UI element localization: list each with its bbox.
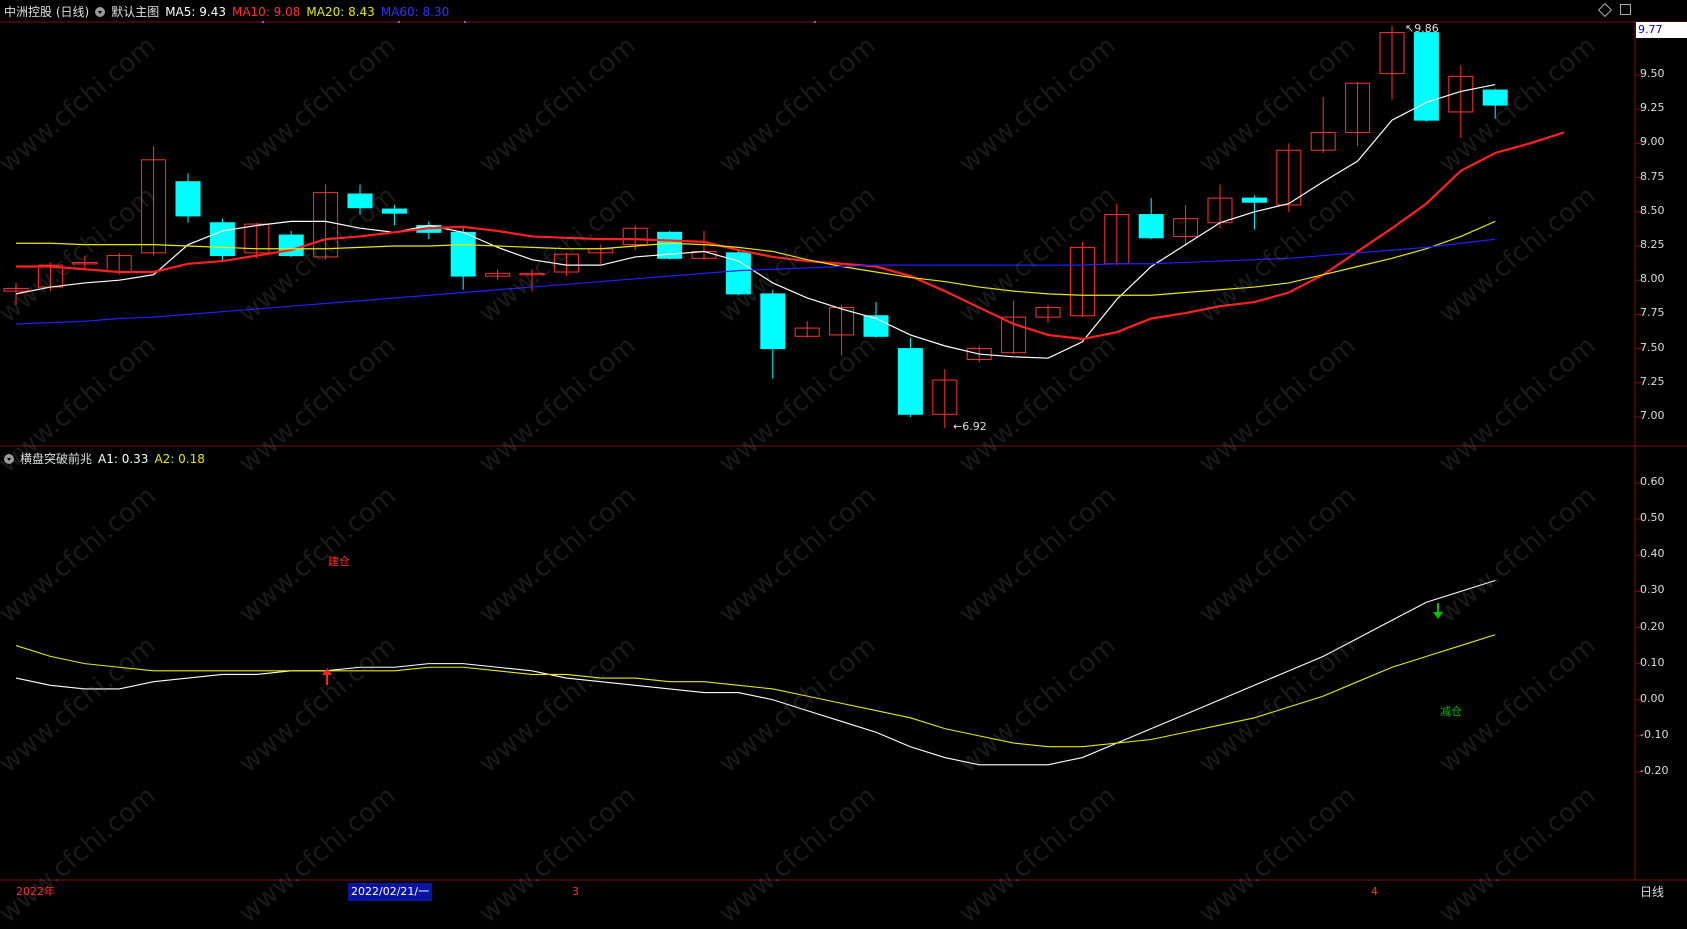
period-button[interactable]: 日线 bbox=[1640, 883, 1664, 901]
indicator-name[interactable]: 横盘突破前兆 bbox=[20, 450, 92, 467]
main-y-tick-label: 8.25 bbox=[1640, 238, 1665, 251]
candle bbox=[1241, 195, 1267, 230]
candle bbox=[450, 228, 476, 290]
candle-body bbox=[209, 222, 235, 257]
dropdown-circle-icon[interactable] bbox=[4, 453, 14, 464]
main-y-tick-label: 7.75 bbox=[1640, 306, 1665, 320]
ma5-readout: MA5: 9.43 bbox=[165, 4, 226, 19]
indicator-line-a2 bbox=[15, 634, 1496, 748]
build-label: 建仓 bbox=[328, 555, 350, 568]
signal-tick bbox=[398, 21, 400, 23]
a2-readout: A2: 0.18 bbox=[154, 451, 205, 466]
moving-average-lines bbox=[15, 83, 1565, 359]
candle-body bbox=[381, 208, 407, 214]
low-marker-value: 6.92 bbox=[962, 420, 987, 433]
candle bbox=[863, 302, 889, 338]
ma-line-ma60 bbox=[15, 238, 1496, 325]
candle-body bbox=[347, 193, 373, 209]
low-marker: ←6.92 bbox=[953, 420, 987, 433]
candle bbox=[1069, 241, 1095, 318]
indicator-line-a1 bbox=[15, 580, 1496, 766]
candle bbox=[347, 184, 373, 215]
candle-body bbox=[175, 181, 201, 217]
main-y-tick-label: 9.50 bbox=[1640, 67, 1665, 80]
candle bbox=[244, 222, 270, 259]
a1-readout: A1: 0.33 bbox=[98, 451, 149, 466]
candle-body bbox=[760, 293, 786, 350]
candle bbox=[1035, 304, 1061, 323]
candle bbox=[760, 289, 786, 379]
main-y-tick-label: 8.50 bbox=[1640, 203, 1665, 217]
main-y-tick-label: 9.00 bbox=[1640, 135, 1665, 149]
indicator-lines bbox=[15, 580, 1496, 766]
candle-body bbox=[1241, 197, 1267, 203]
candle-body bbox=[1482, 89, 1508, 106]
high-marker-value: 9.86 bbox=[1414, 22, 1439, 35]
candle bbox=[175, 173, 201, 223]
candle-body bbox=[450, 231, 476, 277]
ma-line-ma5 bbox=[15, 83, 1496, 359]
indicator-y-tick-label: 0.00 bbox=[1640, 691, 1665, 705]
indicator-y-tick-label: -0.10 bbox=[1640, 727, 1669, 741]
dropdown-circle-icon[interactable] bbox=[95, 6, 106, 17]
signal-tick bbox=[262, 21, 264, 23]
sell-arrow-icon bbox=[1433, 603, 1443, 619]
candle bbox=[1482, 88, 1508, 119]
main-y-tick-label: 7.50 bbox=[1640, 340, 1665, 354]
stock-name[interactable]: 中洲控股 (日线) bbox=[4, 3, 89, 20]
candle bbox=[1310, 96, 1336, 153]
ma60-readout: MA60: 8.30 bbox=[380, 4, 450, 19]
candle bbox=[725, 250, 751, 296]
candle bbox=[1379, 25, 1405, 100]
stock-chart-canvas[interactable] bbox=[0, 0, 1687, 904]
main-header: 中洲控股 (日线) 默认主图 MA5: 9.43 MA10: 9.08 MA20… bbox=[4, 3, 449, 20]
ma10-readout: MA10: 9.08 bbox=[231, 4, 301, 19]
candle bbox=[1104, 203, 1130, 266]
reduce-label: 减仓 bbox=[1440, 705, 1462, 718]
candle bbox=[1345, 81, 1371, 147]
main-y-tick-label: 7.25 bbox=[1640, 374, 1665, 388]
main-y-tick-label: 8.00 bbox=[1640, 272, 1665, 286]
candle-body bbox=[1138, 214, 1164, 239]
candle-body bbox=[897, 348, 923, 415]
square-icon[interactable] bbox=[1620, 4, 1631, 15]
candle bbox=[553, 252, 579, 277]
signal-tick bbox=[464, 21, 466, 23]
candle bbox=[1207, 184, 1233, 229]
indicator-y-tick-label: -0.20 bbox=[1640, 764, 1669, 777]
candle bbox=[829, 304, 855, 356]
candlestick-series bbox=[3, 25, 1508, 428]
month-4-label: 4 bbox=[1371, 885, 1378, 898]
template-label[interactable]: 默认主图 bbox=[111, 3, 159, 20]
candle bbox=[1448, 65, 1474, 138]
candle bbox=[485, 269, 511, 281]
indicator-y-tick-label: 0.10 bbox=[1640, 655, 1665, 669]
main-y-tick-label: 9.25 bbox=[1640, 101, 1665, 115]
ma-line-ma10 bbox=[16, 131, 1565, 341]
high-marker: ↖9.86 bbox=[1405, 22, 1439, 35]
main-y-tick-label: 7.00 bbox=[1640, 409, 1665, 422]
candle bbox=[209, 218, 235, 263]
year-label: 2022年 bbox=[16, 885, 55, 898]
current-price-box: 9.77 bbox=[1636, 22, 1687, 38]
signal-tick bbox=[814, 21, 816, 23]
candle bbox=[381, 204, 407, 226]
candle bbox=[1413, 31, 1439, 122]
indicator-header: 横盘突破前兆 A1: 0.33 A2: 0.18 bbox=[4, 450, 205, 467]
month-3-label: 3 bbox=[572, 885, 579, 898]
candle bbox=[278, 230, 304, 257]
indicator-y-tick-label: 0.30 bbox=[1640, 583, 1665, 597]
candle bbox=[1138, 198, 1164, 240]
candle bbox=[794, 321, 820, 338]
ma20-readout: MA20: 8.43 bbox=[306, 4, 375, 19]
indicator-y-tick-label: 0.50 bbox=[1640, 511, 1665, 525]
indicator-y-tick-label: 0.40 bbox=[1640, 547, 1665, 561]
date-cursor: 2022/02/21/一 bbox=[348, 883, 433, 901]
candle bbox=[897, 337, 923, 417]
candle bbox=[141, 146, 167, 256]
indicator-y-tick-label: 0.60 bbox=[1640, 475, 1665, 488]
indicator-y-tick-label: 0.20 bbox=[1640, 619, 1665, 633]
candle bbox=[1276, 143, 1302, 212]
main-y-tick-label: 8.75 bbox=[1640, 169, 1665, 183]
